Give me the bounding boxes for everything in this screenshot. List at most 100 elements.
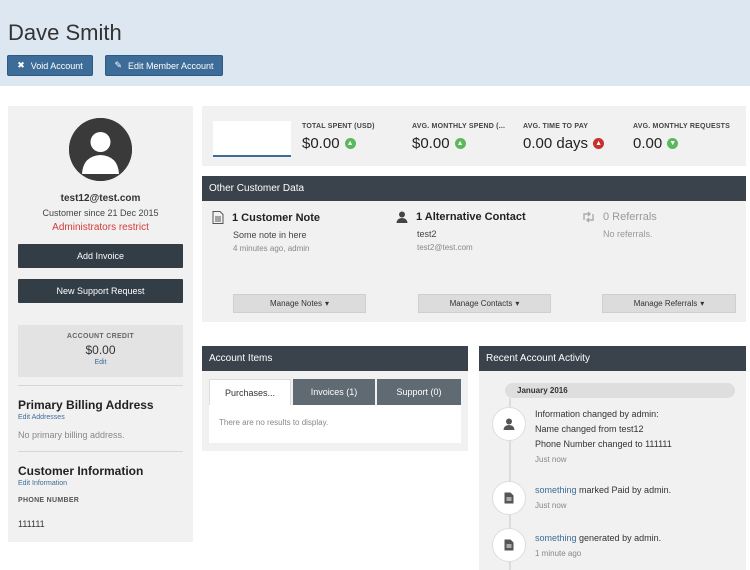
arrow-down-icon: ▼ <box>667 138 679 149</box>
timeline-user-marker <box>492 407 526 441</box>
account-credit-amount: $0.00 <box>85 343 116 357</box>
void-account-button[interactable]: ✖ Void Account <box>7 55 93 76</box>
note-text: Some note in here <box>233 230 307 240</box>
retweet-icon <box>583 211 594 223</box>
activity-text: Phone Number changed to 111111 <box>535 439 672 449</box>
activity-text: Name changed from test12 <box>535 424 644 434</box>
arrow-up-icon: ▲ <box>593 138 605 149</box>
new-support-request-button[interactable]: New Support Request <box>18 279 183 303</box>
referrals-title: 0 Referrals <box>603 211 657 223</box>
stat-label: TOTAL SPENT (USD) <box>302 123 375 130</box>
stat-total-spent: TOTAL SPENT (USD) $0.00 ▲ <box>302 123 375 152</box>
page-header: Dave Smith ✖ Void Account ✎ Edit Member … <box>0 0 750 86</box>
activity-time: Just now <box>535 501 567 510</box>
close-icon: ✖ <box>17 60 25 70</box>
tab-support[interactable]: Support (0) <box>377 379 461 405</box>
recent-activity-panel: January 2016 Information changed by admi… <box>479 371 746 570</box>
activity-text: marked Paid by admin. <box>576 485 672 495</box>
manage-contacts-label: Manage Contacts <box>449 299 513 308</box>
notes-title: 1 Customer Note <box>232 211 321 224</box>
avatar <box>69 118 132 181</box>
activity-text: generated by admin. <box>576 533 662 543</box>
contact-name: test2 <box>417 229 437 239</box>
timeline-document-marker <box>492 528 526 562</box>
stat-label: AVG. TIME TO PAY <box>523 123 589 130</box>
restriction-notice: Administrators restrict <box>52 222 149 233</box>
stat-avg-monthly-spend: AVG. MONTHLY SPEND (... $0.00 ▲ <box>412 123 505 152</box>
stat-label: AVG. MONTHLY SPEND (... <box>412 123 506 130</box>
stat-label: AVG. MONTHLY REQUESTS <box>633 123 731 130</box>
pencil-icon: ✎ <box>114 60 122 70</box>
phone-number-value: 111111 <box>18 519 45 529</box>
activity-entry: Information changed by admin: Name chang… <box>535 407 672 467</box>
edit-information-link[interactable]: Edit Information <box>18 480 67 487</box>
user-silhouette-icon <box>69 118 132 181</box>
timeline-month: January 2016 <box>505 383 735 398</box>
activity-entry: something generated by admin. 1 minute a… <box>535 531 661 561</box>
account-items-header: Account Items <box>202 346 468 371</box>
billing-empty-text: No primary billing address. <box>18 430 125 440</box>
recent-activity-header: Recent Account Activity <box>479 346 746 371</box>
manage-referrals-label: Manage Referrals <box>633 299 698 308</box>
manage-notes-label: Manage Notes <box>269 299 322 308</box>
stats-bar: TOTAL SPENT (USD) $0.00 ▲ AVG. MONTHLY SP… <box>202 106 746 166</box>
arrow-up-icon: ▲ <box>344 138 356 149</box>
account-credit-label: ACCOUNT CREDIT <box>66 333 135 340</box>
caret-down-icon: ▾ <box>700 299 705 308</box>
contacts-title: 1 Alternative Contact <box>416 211 526 223</box>
activity-time: Just now <box>535 455 567 464</box>
edit-member-account-button[interactable]: ✎ Edit Member Account <box>105 55 223 76</box>
page-title: Dave Smith <box>8 20 122 45</box>
account-items-body: There are no results to display. <box>209 405 461 443</box>
customer-since: Customer since 21 Dec 2015 <box>42 208 159 218</box>
manage-notes-button[interactable]: Manage Notes ▾ <box>233 294 366 313</box>
note-meta: 4 minutes ago, admin <box>233 244 310 253</box>
add-invoice-button[interactable]: Add Invoice <box>18 244 183 268</box>
activity-time: 1 minute ago <box>535 549 582 558</box>
activity-link[interactable]: something <box>535 533 577 543</box>
caret-down-icon: ▾ <box>325 299 330 308</box>
divider <box>18 451 183 452</box>
customer-info-title: Customer Information <box>18 464 144 478</box>
stat-avg-monthly-requests: AVG. MONTHLY REQUESTS 0.00 ▼ <box>633 123 730 152</box>
user-icon <box>503 418 515 430</box>
edit-member-account-label: Edit Member Account <box>128 60 214 71</box>
document-icon <box>504 539 514 551</box>
empty-results-text: There are no results to display. <box>219 418 329 427</box>
contacts-column: 1 Alternative Contact test2 test2@test.c… <box>396 211 526 252</box>
document-icon <box>212 211 224 224</box>
notes-column: 1 Customer Note Some note in here 4 minu… <box>212 211 320 253</box>
edit-credit-link[interactable]: Edit <box>18 359 183 366</box>
account-items-panel: Purchases... Invoices (1) Support (0) Th… <box>202 371 468 451</box>
activity-text: Information changed by admin: <box>535 409 659 419</box>
stat-value: 0.00 <box>633 135 663 152</box>
referrals-empty: No referrals. <box>603 229 653 239</box>
user-icon <box>396 211 408 223</box>
other-customer-data-header: Other Customer Data <box>202 176 746 201</box>
stat-value: 0.00 days <box>523 135 589 152</box>
billing-title: Primary Billing Address <box>18 398 154 412</box>
timeline-document-marker <box>492 481 526 515</box>
caret-down-icon: ▾ <box>515 299 520 308</box>
edit-addresses-link[interactable]: Edit Addresses <box>18 414 65 421</box>
stat-value: $0.00 <box>302 135 340 152</box>
tab-purchases[interactable]: Purchases... <box>209 379 291 405</box>
document-icon <box>504 492 514 504</box>
divider <box>18 385 183 386</box>
stat-value: $0.00 <box>412 135 450 152</box>
activity-link[interactable]: something <box>535 485 577 495</box>
void-account-label: Void Account <box>30 60 83 71</box>
contact-email: test2@test.com <box>417 243 473 252</box>
activity-entry: something marked Paid by admin. Just now <box>535 483 671 513</box>
tab-invoices[interactable]: Invoices (1) <box>293 379 375 405</box>
manage-referrals-button[interactable]: Manage Referrals ▾ <box>602 294 736 313</box>
customer-sidebar: test12@test.com Customer since 21 Dec 20… <box>8 106 193 542</box>
other-customer-data-panel: 1 Customer Note Some note in here 4 minu… <box>202 201 746 322</box>
arrow-up-icon: ▲ <box>454 138 466 149</box>
customer-email: test12@test.com <box>60 193 141 204</box>
referrals-column: 0 Referrals No referrals. <box>582 211 657 239</box>
phone-number-label: PHONE NUMBER <box>18 497 80 504</box>
manage-contacts-button[interactable]: Manage Contacts ▾ <box>418 294 551 313</box>
stat-avg-time-to-pay: AVG. TIME TO PAY 0.00 days ▲ <box>523 123 605 152</box>
stats-input-field[interactable] <box>213 121 291 157</box>
